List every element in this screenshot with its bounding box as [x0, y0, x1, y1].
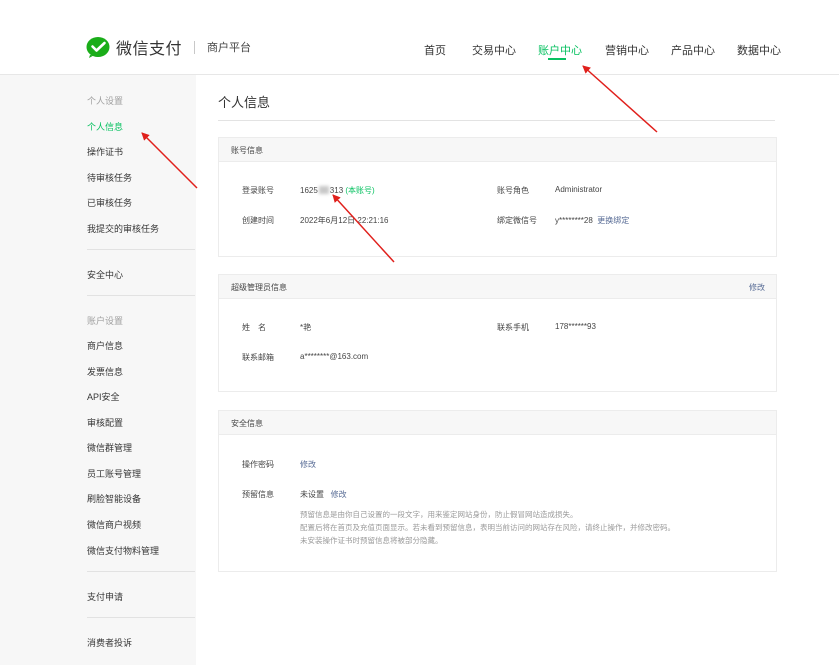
- card-title: 账号信息: [231, 146, 263, 155]
- change-binding-link[interactable]: 更换绑定: [597, 216, 629, 225]
- bound-wechat-label: 绑定微信号: [497, 216, 537, 225]
- sidebar-item-security-center[interactable]: 安全中心: [87, 268, 123, 281]
- redaction-mask: [318, 186, 329, 194]
- active-tab-indicator: [548, 58, 566, 60]
- brand-divider: [194, 40, 196, 54]
- sidebar-item-face-devices[interactable]: 刷脸智能设备: [87, 492, 141, 505]
- edit-password-link[interactable]: 修改: [300, 459, 316, 470]
- card-header: 安全信息: [219, 411, 776, 435]
- sidebar-item-merchant-video[interactable]: 微信商户视频: [87, 518, 141, 531]
- bound-wechat-value: y********28 更换绑定: [555, 216, 630, 225]
- nav-product-center[interactable]: 产品中心: [671, 42, 715, 58]
- sidebar-item-pending-tasks[interactable]: 待审核任务: [87, 171, 132, 184]
- wechat-pay-logo[interactable]: 微信支付 商户平台: [86, 36, 251, 58]
- admin-phone-label: 联系手机: [497, 323, 529, 332]
- admin-name-value: *艳: [300, 323, 312, 332]
- edit-admin-link[interactable]: 修改: [749, 282, 765, 293]
- account-role-label: 账号角色: [497, 186, 529, 195]
- sidebar-item-complaints[interactable]: 消费者投诉: [87, 636, 132, 649]
- wechat-pay-check-icon: [86, 37, 110, 58]
- reserved-info-note: 预留信息是由你自己设置的一段文字，用来鉴定网站身份，防止假冒网站造成损失。: [300, 510, 578, 519]
- security-info-card: 安全信息 操作密码 修改 预留信息 未设置 修改 预留信息是由你自己设置的一段文…: [218, 410, 777, 572]
- arrow-to-account-center: [582, 65, 658, 133]
- account-info-card: 账号信息 登录账号 1625 313 (本账号) 账号角色 Administrat…: [218, 137, 777, 257]
- edit-reserved-info-link[interactable]: 修改: [331, 490, 347, 499]
- reserved-info-note: 未安装操作证书时预留信息将被部分隐藏。: [300, 536, 443, 545]
- top-header: 微信支付 商户平台 首页 交易中心 账户中心 营销中心 产品中心 数据中心: [0, 0, 839, 75]
- account-role-value: Administrator: [555, 185, 603, 194]
- sidebar-item-my-submitted-tasks[interactable]: 我提交的审核任务: [87, 222, 159, 235]
- reserved-info-label: 预留信息: [242, 490, 274, 499]
- title-divider: [218, 120, 775, 121]
- sidebar-group-personal-settings: 个人设置: [87, 96, 124, 106]
- nav-marketing-center[interactable]: 营销中心: [605, 42, 649, 58]
- card-header: 超级管理员信息 修改: [219, 275, 776, 299]
- login-account-value: 1625 313 (本账号): [300, 186, 375, 195]
- nav-home[interactable]: 首页: [424, 42, 446, 58]
- admin-email-label: 联系邮箱: [242, 353, 274, 362]
- sidebar: 个人设置 个人信息 操作证书 待审核任务 已审核任务 我提交的审核任务 安全中心…: [0, 75, 196, 665]
- sidebar-group-account-settings: 账户设置: [87, 316, 124, 326]
- sidebar-item-reviewed-tasks[interactable]: 已审核任务: [87, 196, 132, 209]
- admin-email-value: a********@163.com: [300, 352, 369, 361]
- admin-phone-value: 178******93: [555, 322, 596, 331]
- sidebar-item-certificate[interactable]: 操作证书: [87, 145, 123, 158]
- super-admin-card: 超级管理员信息 修改 姓 名 *艳 联系手机 178******93 联系邮箱 …: [218, 274, 777, 392]
- sidebar-item-pay-apply[interactable]: 支付申请: [87, 590, 123, 603]
- created-time-value: 2022年6月12日 22:21:16: [300, 216, 389, 225]
- sidebar-item-merchant-info[interactable]: 商户信息: [87, 339, 123, 352]
- platform-name: 商户平台: [207, 42, 252, 54]
- sidebar-item-wechat-group[interactable]: 微信群管理: [87, 441, 132, 454]
- sidebar-divider: [87, 295, 195, 296]
- nav-account-center[interactable]: 账户中心: [538, 42, 582, 58]
- brand-name: 微信支付: [116, 41, 183, 58]
- sidebar-item-review-config[interactable]: 审核配置: [87, 416, 123, 429]
- sidebar-item-invoice-info[interactable]: 发票信息: [87, 365, 123, 378]
- sidebar-divider: [87, 617, 195, 618]
- current-account-tag: (本账号): [345, 186, 375, 195]
- operation-password-label: 操作密码: [242, 460, 274, 469]
- reserved-info-note: 配置后将在首页及充值页面显示。若未看到预留信息，表明当前访问的网站存在风险，请终…: [300, 523, 675, 532]
- card-title: 安全信息: [231, 419, 263, 428]
- page-title: 个人信息: [218, 95, 271, 110]
- sidebar-item-staff-accounts[interactable]: 员工账号管理: [87, 467, 141, 480]
- admin-name-label: 姓 名: [242, 323, 266, 332]
- sidebar-item-materials[interactable]: 微信支付物料管理: [87, 544, 159, 557]
- card-header: 账号信息: [219, 138, 776, 162]
- sidebar-divider: [87, 571, 195, 572]
- card-title: 超级管理员信息: [231, 283, 287, 292]
- login-account-label: 登录账号: [242, 186, 274, 195]
- nav-data-center[interactable]: 数据中心: [737, 42, 781, 58]
- reserved-info-value: 未设置 修改: [300, 490, 347, 499]
- sidebar-divider: [87, 249, 195, 250]
- nav-trade-center[interactable]: 交易中心: [472, 42, 516, 58]
- created-time-label: 创建时间: [242, 216, 274, 225]
- sidebar-item-personal-info[interactable]: 个人信息: [87, 120, 123, 133]
- sidebar-item-api-security[interactable]: API安全: [87, 390, 120, 403]
